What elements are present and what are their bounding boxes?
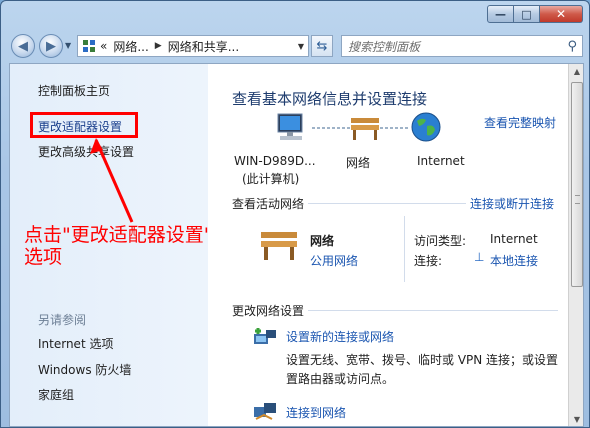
setup-connection-desc-1: 设置无线、宽带、拨号、临时或 VPN 连接；或设置: [286, 353, 559, 367]
maximize-button[interactable]: □: [514, 5, 540, 23]
search-placeholder: 搜索控制面板: [348, 39, 421, 54]
scroll-grip-icon: [575, 195, 580, 204]
title-buttons: — □ ✕: [487, 5, 583, 23]
annotation-line-2: 选项: [24, 246, 63, 268]
forward-arrow-icon: ▶: [46, 38, 56, 54]
breadcrumb-network-sharing[interactable]: 网络和共享...: [168, 38, 239, 55]
computer-sub-label: (此计算机): [242, 172, 300, 186]
divider: [308, 203, 466, 204]
internet-label: Internet: [417, 154, 465, 168]
refresh-button[interactable]: ⇆: [311, 35, 333, 57]
computer-name-label: WIN-D989D...: [234, 154, 316, 168]
address-dropdown-icon[interactable]: ▼: [298, 42, 304, 51]
vertical-divider: [404, 216, 405, 282]
sidebar-item-internet-options[interactable]: Internet 选项: [38, 335, 113, 352]
active-networks-heading: 查看活动网络: [232, 197, 305, 211]
back-button[interactable]: ◀: [11, 34, 35, 58]
address-overflow-chevron[interactable]: «: [100, 39, 107, 53]
content-area: 控制面板主页 更改适配器设置 更改高级共享设置 点击"更改适配器设置" 选项 另…: [9, 63, 584, 427]
network-type-link[interactable]: 公用网络: [310, 252, 358, 269]
main-pane: 查看基本网络信息并设置连接 查看完整映射 WIN-D989D... (此计算机)…: [208, 64, 583, 426]
maximize-icon: □: [521, 7, 532, 21]
forward-button[interactable]: ▶: [39, 34, 63, 58]
search-input[interactable]: 搜索控制面板 ⚲: [341, 35, 583, 57]
network-bench-icon[interactable]: [348, 112, 382, 145]
setup-connection-desc-2: 置路由器或访问点。: [286, 372, 395, 386]
close-button[interactable]: ✕: [540, 5, 583, 23]
access-type-label: 访问类型:: [414, 234, 467, 248]
control-panel-window: — □ ✕ ◀ ▶ ▼ « 网络... ▶ 网络和共享... ▼ ⇆ 搜索控制面…: [0, 0, 590, 428]
breadcrumb-separator-icon[interactable]: ▶: [155, 41, 162, 51]
back-arrow-icon: ◀: [18, 38, 28, 54]
connections-label: 连接:: [414, 254, 443, 268]
scroll-thumb[interactable]: [571, 82, 583, 287]
recent-pages-dropdown-icon[interactable]: ▼: [65, 41, 71, 50]
connect-disconnect-link[interactable]: 连接或断开连接: [470, 195, 554, 212]
active-network-bench-icon: [258, 224, 300, 265]
control-panel-icon: [82, 39, 96, 53]
refresh-icon: ⇆: [316, 38, 328, 54]
active-network-name: 网络: [310, 234, 335, 248]
scroll-up-icon[interactable]: ▲: [569, 64, 583, 80]
internet-globe-icon[interactable]: [410, 111, 442, 146]
local-connection-link[interactable]: 本地连接: [490, 252, 538, 269]
network-label: 网络: [346, 156, 371, 170]
sidebar-item-homegroup[interactable]: 家庭组: [38, 386, 74, 403]
minimize-icon: —: [495, 7, 506, 21]
close-icon: ✕: [555, 7, 567, 21]
scroll-down-icon[interactable]: ▼: [569, 412, 583, 426]
annotation-line-1: 点击"更改适配器设置": [24, 224, 213, 246]
annotation-arrow: [90, 138, 134, 223]
computer-icon[interactable]: [274, 112, 308, 147]
address-bar[interactable]: « 网络... ▶ 网络和共享... ▼: [77, 35, 309, 57]
setup-connection-link[interactable]: 设置新的连接或网络: [286, 328, 394, 345]
minimize-button[interactable]: —: [487, 5, 514, 23]
see-also-heading: 另请参阅: [38, 313, 87, 327]
sidebar-item-firewall[interactable]: Windows 防火墙: [38, 361, 131, 378]
sidebar: 控制面板主页 更改适配器设置 更改高级共享设置 点击"更改适配器设置" 选项 另…: [10, 64, 212, 426]
new-connection-icon: [252, 326, 278, 353]
access-type-value: Internet: [490, 232, 538, 246]
divider: [308, 310, 558, 311]
ethernet-icon: ⊥: [474, 250, 485, 264]
connect-to-network-link[interactable]: 连接到网络: [286, 404, 346, 421]
navigation-bar: ◀ ▶ ▼ « 网络... ▶ 网络和共享... ▼ ⇆ 搜索控制面板 ⚲: [1, 31, 590, 61]
search-icon[interactable]: ⚲: [567, 39, 577, 54]
vertical-scrollbar[interactable]: ▲ ▼: [568, 64, 583, 426]
annotation-text: 点击"更改适配器设置" 选项: [24, 224, 212, 268]
connect-network-icon: [252, 401, 278, 426]
change-settings-heading: 更改网络设置: [232, 304, 305, 318]
breadcrumb-network[interactable]: 网络...: [113, 38, 148, 55]
